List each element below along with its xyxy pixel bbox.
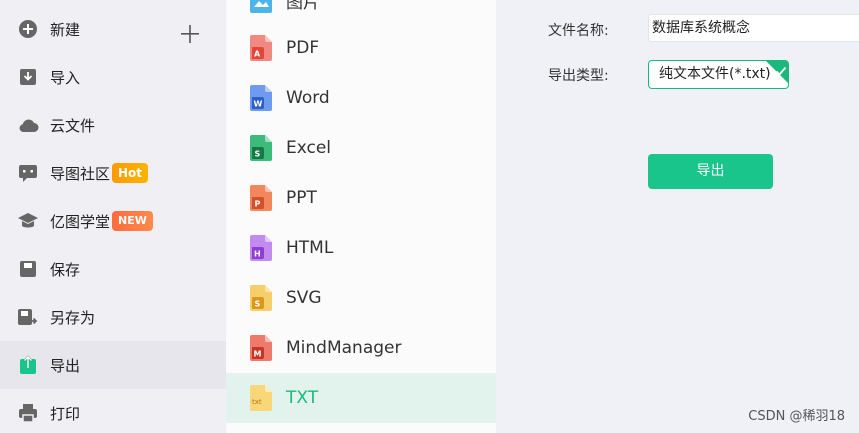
export-type-value: 纯文本文件(*.txt) bbox=[659, 66, 771, 82]
excel-file-icon: S bbox=[250, 135, 272, 161]
format-label: SVG bbox=[286, 288, 322, 308]
graduation-cap-icon bbox=[17, 210, 39, 232]
sidebar-item-new[interactable]: 新建 bbox=[0, 5, 226, 53]
sidebar-item-label: 导出 bbox=[50, 356, 81, 375]
save-as-icon bbox=[17, 306, 39, 328]
sidebar-item-label: 导入 bbox=[50, 68, 81, 87]
import-icon bbox=[17, 66, 39, 88]
export-settings-panel: 文件名称: 数据库系统概念 导出类型: 纯文本文件(*.txt) 导出 CSDN… bbox=[496, 0, 859, 433]
svg-text:A: A bbox=[254, 50, 261, 59]
format-item-excel[interactable]: S Excel bbox=[226, 123, 496, 173]
format-label: PDF bbox=[286, 38, 320, 58]
format-label: PPT bbox=[286, 188, 317, 208]
community-icon bbox=[17, 162, 39, 184]
save-icon bbox=[17, 258, 39, 280]
svg-text:txt: txt bbox=[252, 398, 262, 406]
sidebar-item-label: 云文件 bbox=[50, 116, 96, 135]
new-badge: NEW bbox=[112, 211, 153, 231]
add-icon[interactable] bbox=[180, 24, 200, 44]
svg-text:M: M bbox=[254, 350, 262, 359]
format-label: Excel bbox=[286, 138, 332, 158]
file-name-input[interactable]: 数据库系统概念 bbox=[648, 14, 859, 42]
format-item-svg[interactable]: S SVG bbox=[226, 273, 496, 323]
format-item-txt[interactable]: txt TXT bbox=[226, 373, 496, 423]
sidebar-item-save[interactable]: 保存 bbox=[0, 245, 226, 293]
format-list: 图片 A PDF W Word S Excel P PPT H HTML S S… bbox=[226, 0, 496, 433]
export-button[interactable]: 导出 bbox=[648, 154, 773, 189]
format-item-html[interactable]: H HTML bbox=[226, 223, 496, 273]
mindmanager-file-icon: M bbox=[250, 335, 272, 361]
format-item-pdf[interactable]: A PDF bbox=[226, 23, 496, 73]
sidebar-item-label: 另存为 bbox=[50, 308, 96, 327]
format-item-word[interactable]: W Word bbox=[226, 73, 496, 123]
sidebar: 新建 导入 云文件 导图社区 Hot 亿图学堂 NEW 保存 另存为 导出 打印 bbox=[0, 0, 226, 433]
plus-circle-icon bbox=[17, 18, 39, 40]
printer-icon bbox=[17, 402, 39, 424]
sidebar-item-label: 保存 bbox=[50, 260, 81, 279]
format-item-mindmanager[interactable]: M MindManager bbox=[226, 323, 496, 373]
sidebar-item-label: 打印 bbox=[50, 404, 81, 423]
svg-text:H: H bbox=[254, 250, 261, 259]
sidebar-item-import[interactable]: 导入 bbox=[0, 53, 226, 101]
file-name-label: 文件名称: bbox=[548, 23, 609, 39]
sidebar-item-save-as[interactable]: 另存为 bbox=[0, 293, 226, 341]
ppt-file-icon: P bbox=[250, 185, 272, 211]
sidebar-item-print[interactable]: 打印 bbox=[0, 389, 226, 433]
watermark: CSDN @稀羽18 bbox=[748, 409, 845, 424]
format-label: Word bbox=[286, 88, 330, 108]
format-label: MindManager bbox=[286, 338, 402, 358]
sidebar-item-label: 亿图学堂 bbox=[50, 212, 111, 231]
svg-text:S: S bbox=[255, 300, 261, 309]
sidebar-item-cloud-files[interactable]: 云文件 bbox=[0, 101, 226, 149]
word-file-icon: W bbox=[250, 85, 272, 111]
export-type-label: 导出类型: bbox=[548, 68, 609, 84]
svg-text:S: S bbox=[255, 150, 261, 159]
format-label: 图片 bbox=[286, 0, 320, 13]
svg-text:P: P bbox=[255, 200, 261, 209]
format-item-image[interactable]: 图片 bbox=[226, 0, 496, 25]
export-icon bbox=[17, 354, 39, 376]
image-file-icon bbox=[250, 0, 272, 13]
sidebar-item-community[interactable]: 导图社区 Hot bbox=[0, 149, 226, 197]
cloud-icon bbox=[17, 114, 39, 136]
svg-file-icon: S bbox=[250, 285, 272, 311]
sidebar-item-export[interactable]: 导出 bbox=[0, 341, 226, 389]
html-file-icon: H bbox=[250, 235, 272, 261]
pdf-file-icon: A bbox=[250, 35, 272, 61]
hot-badge: Hot bbox=[112, 163, 149, 183]
checkmark-icon bbox=[775, 61, 787, 76]
format-label: HTML bbox=[286, 238, 334, 258]
sidebar-item-label: 新建 bbox=[50, 20, 81, 39]
sidebar-item-label: 导图社区 bbox=[50, 164, 111, 183]
export-type-option[interactable]: 纯文本文件(*.txt) bbox=[648, 60, 789, 89]
format-item-ppt[interactable]: P PPT bbox=[226, 173, 496, 223]
svg-text:W: W bbox=[254, 100, 263, 109]
txt-file-icon: txt bbox=[250, 385, 272, 411]
sidebar-item-academy[interactable]: 亿图学堂 NEW bbox=[0, 197, 226, 245]
format-label: TXT bbox=[286, 388, 319, 408]
